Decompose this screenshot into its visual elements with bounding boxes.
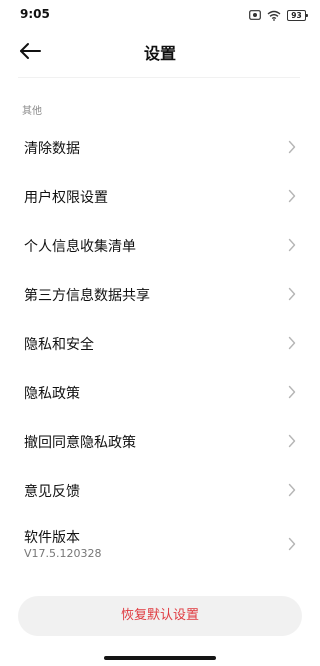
status-time: 9:05 <box>20 7 50 21</box>
status-bar: 9:05 93 <box>0 0 320 30</box>
wifi-icon <box>267 10 281 21</box>
menu-item-revoke-privacy-consent[interactable]: 撤回同意隐私政策 <box>0 417 320 465</box>
chevron-right-icon <box>288 287 296 301</box>
page-title: 设置 <box>143 44 176 63</box>
version-number: V17.5.120328 <box>24 547 102 560</box>
nav-bar: 设置 <box>0 30 320 72</box>
menu-item-label: 清除数据 <box>24 141 80 157</box>
menu-item-software-version[interactable]: 软件版本 V17.5.120328 <box>0 515 320 573</box>
chevron-right-icon <box>288 434 296 448</box>
chevron-right-icon <box>288 385 296 399</box>
chevron-right-icon <box>288 189 296 203</box>
chevron-right-icon <box>288 483 296 497</box>
restore-defaults-label: 恢复默认设置 <box>120 608 199 623</box>
chevron-right-icon <box>288 140 296 154</box>
chevron-right-icon <box>288 336 296 350</box>
menu-item-clear-data[interactable]: 清除数据 <box>0 123 320 171</box>
menu-item-label: 个人信息收集清单 <box>24 239 136 255</box>
menu-item-label: 第三方信息数据共享 <box>24 288 150 304</box>
menu-item-label: 隐私政策 <box>24 386 80 402</box>
section-label: 其他 <box>22 106 42 117</box>
menu-item-label: 用户权限设置 <box>24 190 108 206</box>
menu-item-privacy-policy[interactable]: 隐私政策 <box>0 368 320 416</box>
menu-item-label: 意见反馈 <box>24 484 80 500</box>
home-indicator[interactable] <box>104 656 216 660</box>
menu-item-label: 软件版本 <box>24 530 80 546</box>
menu-item-label: 隐私和安全 <box>24 337 94 353</box>
chevron-right-icon <box>288 537 296 551</box>
menu-item-personal-info-list[interactable]: 个人信息收集清单 <box>0 221 320 269</box>
screen-record-icon <box>249 10 261 20</box>
menu-item-feedback[interactable]: 意见反馈 <box>0 466 320 514</box>
menu-item-permission-settings[interactable]: 用户权限设置 <box>0 172 320 220</box>
restore-defaults-button[interactable]: 恢复默认设置 <box>18 596 302 636</box>
nav-divider <box>18 77 300 78</box>
status-icons: 93 <box>249 8 308 22</box>
battery-icon: 93 <box>287 9 308 21</box>
chevron-right-icon <box>288 238 296 252</box>
menu-item-label: 撤回同意隐私政策 <box>24 435 136 451</box>
menu-item-third-party-sharing[interactable]: 第三方信息数据共享 <box>0 270 320 318</box>
menu-item-privacy-security[interactable]: 隐私和安全 <box>0 319 320 367</box>
battery-level: 93 <box>291 10 302 20</box>
